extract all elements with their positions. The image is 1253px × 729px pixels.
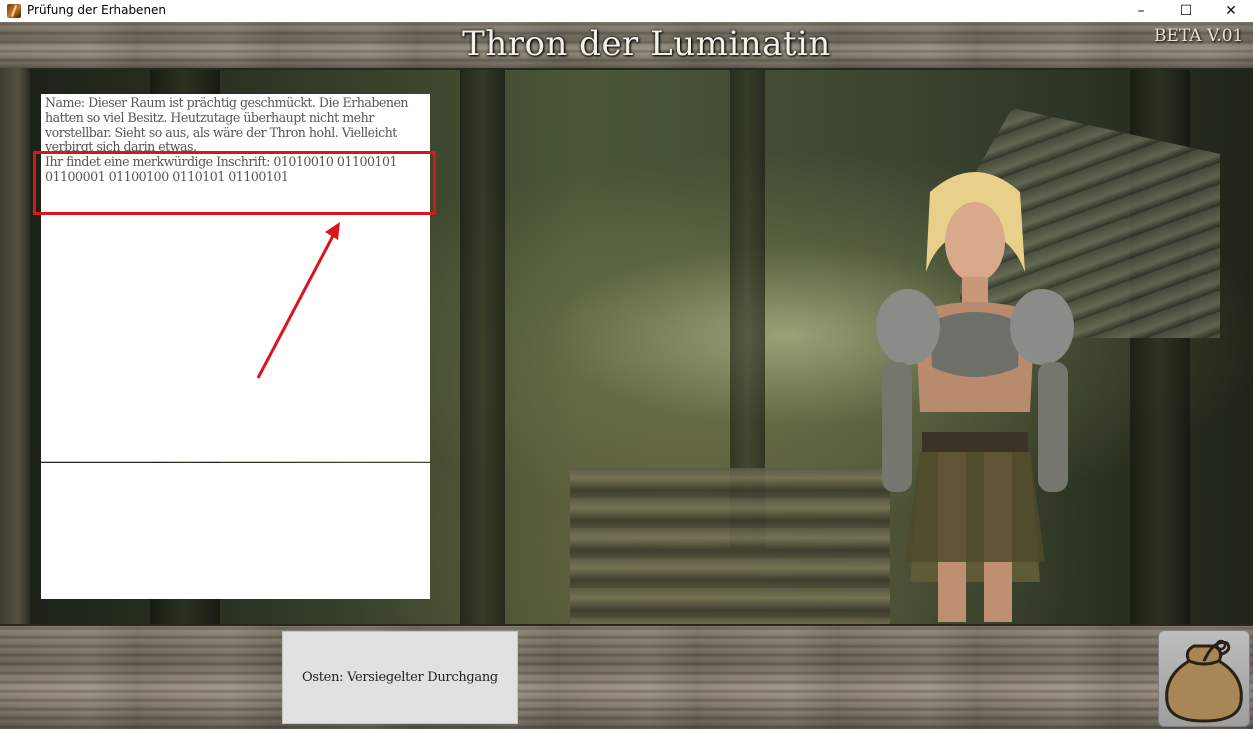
game-canvas: Thron der Luminatin BETA V.01 Name: Dies… [0, 22, 1253, 729]
minimize-button[interactable]: – [1118, 0, 1164, 22]
window-title: Prüfung der Erhabenen [27, 3, 167, 17]
maximize-button[interactable]: ☐ [1163, 0, 1209, 22]
app-icon [7, 4, 21, 18]
annotation-arrow [256, 222, 340, 379]
close-button[interactable]: ✕ [1208, 0, 1253, 22]
window-titlebar: Prüfung der Erhabenen – ☐ ✕ [0, 0, 1253, 22]
